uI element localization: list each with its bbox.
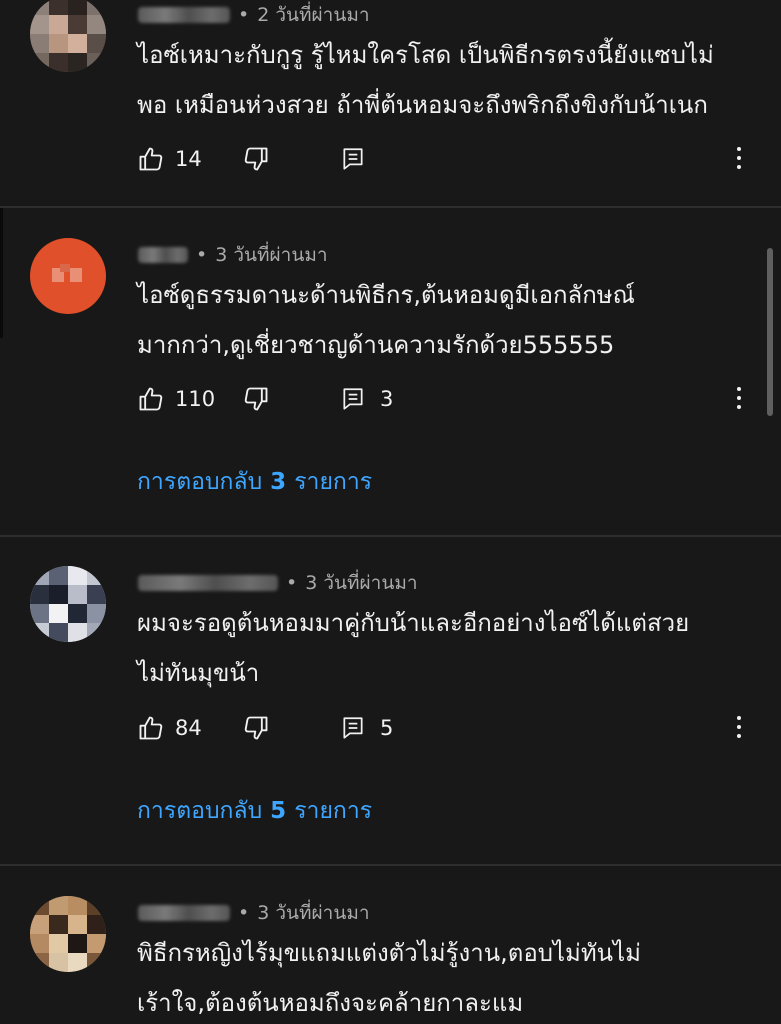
reply-button[interactable] (340, 146, 380, 172)
reply-icon (343, 717, 363, 739)
author-name[interactable] (138, 7, 230, 23)
reply-button[interactable]: 3 (340, 386, 393, 412)
divider (0, 206, 781, 208)
reply-count: 3 (380, 387, 394, 411)
comment-time: 2 วันที่ผ่านมา (257, 4, 370, 26)
comment-time: 3 วันที่ผ่านมา (215, 244, 328, 266)
dislike-icon (244, 387, 268, 411)
dislike-button[interactable] (242, 145, 340, 173)
author-name[interactable] (138, 575, 278, 591)
separator-dot: • (238, 4, 250, 26)
view-replies-link[interactable]: การตอบกลับ 3 รายการ (137, 464, 372, 500)
comments-page: • 2 วันที่ผ่านมา ไอซ์เหมาะกับกูรู รู้ไหม… (0, 0, 781, 1024)
separator-dot: • (196, 244, 208, 266)
avatar[interactable] (30, 566, 106, 642)
separator-dot: • (238, 902, 250, 924)
scrollbar[interactable] (767, 248, 773, 416)
comment-text: ผมจะรอดูต้นหอมมาคู่กับน้าและอีกอย่างไอซ์… (137, 609, 690, 687)
author-name[interactable] (138, 247, 188, 263)
view-replies-link[interactable]: การตอบกลับ 5 รายการ (137, 793, 372, 829)
comment-time: 3 วันที่ผ่านมา (305, 572, 418, 594)
like-button[interactable]: 14 (137, 145, 242, 173)
dislike-button[interactable] (242, 714, 340, 742)
divider (0, 864, 781, 866)
dislike-button[interactable] (242, 385, 340, 413)
avatar[interactable] (30, 238, 106, 314)
avatar[interactable] (30, 0, 106, 72)
like-icon (139, 716, 163, 740)
divider (0, 535, 781, 537)
reply-icon (343, 148, 363, 170)
dislike-icon (244, 716, 268, 740)
avatar[interactable] (30, 896, 106, 972)
comment-text: ไอซ์ดูธรรมดานะด้านพิธีกร,ต้นหอมดูมีเอกลั… (137, 281, 635, 359)
dislike-icon (244, 147, 268, 171)
like-button[interactable]: 84 (137, 714, 242, 742)
like-button[interactable]: 110 (137, 385, 242, 413)
like-icon (139, 147, 163, 171)
reply-count: 5 (380, 716, 394, 740)
reply-icon (343, 388, 363, 410)
like-icon (139, 387, 163, 411)
author-name[interactable] (138, 905, 230, 921)
reply-button[interactable]: 5 (340, 715, 393, 741)
comment-text: ไอซ์เหมาะกับกูรู รู้ไหมใครโสด เป็นพิธีกร… (137, 41, 714, 119)
more-vert-icon[interactable] (736, 716, 742, 740)
comment-time: 3 วันที่ผ่านมา (257, 902, 370, 924)
more-vert-icon[interactable] (736, 147, 742, 171)
like-count: 84 (175, 716, 202, 740)
more-vert-icon[interactable] (736, 387, 742, 411)
like-count: 14 (175, 147, 202, 171)
separator-dot: • (286, 572, 298, 594)
like-count: 110 (175, 387, 216, 411)
comment-text: พิธีกรหญิงไร้มุขแถมแต่งตัวไม่รู้งาน,ตอบไ… (137, 939, 641, 1017)
edge-shadow (0, 208, 3, 338)
